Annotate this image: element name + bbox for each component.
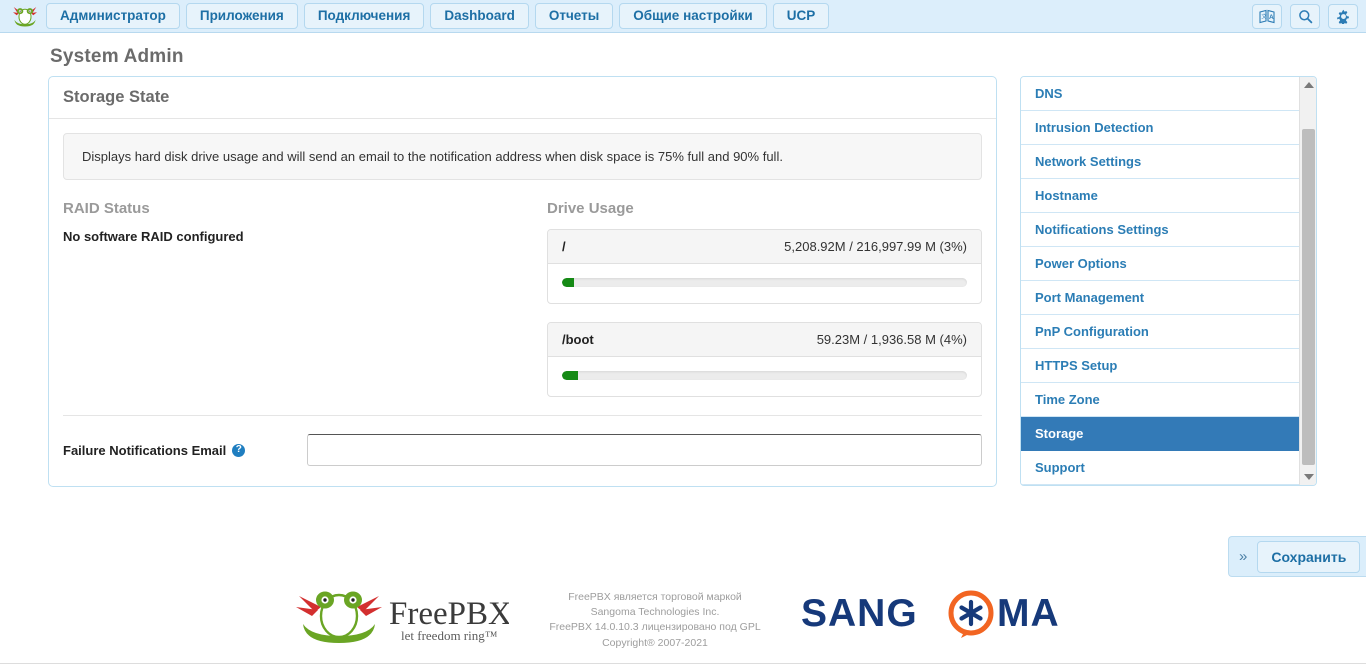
sidebar-item-storage[interactable]: Storage xyxy=(1021,417,1299,451)
email-field-label: Failure Notifications Email ? xyxy=(63,443,307,458)
freepbx-logo: FreePBX let freedom ring™ xyxy=(293,586,512,651)
raid-section-title: RAID Status xyxy=(63,200,150,217)
drive-usage-column: Drive Usage / 5,208.92M / 216,997.99 M (… xyxy=(547,200,982,415)
sidebar-item-intrusion-detection[interactable]: Intrusion Detection xyxy=(1021,111,1299,145)
freepbx-wordmark: FreePBX xyxy=(389,596,509,632)
email-label-text: Failure Notifications Email xyxy=(63,442,227,458)
sangoma-logo: SANG MA xyxy=(801,590,1073,643)
drive-mount-label: /boot xyxy=(562,332,594,347)
sidebar-item-https-setup[interactable]: HTTPS Setup xyxy=(1021,349,1299,383)
sangoma-wordmark-left: SANG xyxy=(801,592,918,635)
sangoma-wordmark-right: MA xyxy=(997,592,1060,635)
page-footer: FreePBX let freedom ring™ FreePBX являет… xyxy=(0,576,1366,666)
nav-tab-reports[interactable]: Отчеты xyxy=(534,2,614,30)
sidebar-item-network-settings[interactable]: Network Settings xyxy=(1021,145,1299,179)
language-icon[interactable]: A 文 xyxy=(1252,4,1282,29)
sidebar-item-power-options[interactable]: Power Options xyxy=(1021,247,1299,281)
nav-tab-administrator[interactable]: Администратор xyxy=(46,2,180,30)
freepbx-frog-logo[interactable] xyxy=(10,3,40,29)
svg-text:文: 文 xyxy=(1261,13,1267,21)
panel-title: Storage State xyxy=(63,88,170,106)
nav-tab-applications[interactable]: Приложения xyxy=(185,2,298,30)
storage-state-panel: Storage State Displays hard disk drive u… xyxy=(48,76,997,487)
drive-usage-text: 5,208.92M / 216,997.99 M (3%) xyxy=(784,239,967,254)
page-title: System Admin xyxy=(50,46,184,67)
search-icon[interactable] xyxy=(1290,4,1320,29)
copyright-block: FreePBX является торговой маркой Sangoma… xyxy=(537,590,773,651)
expand-chevron-icon[interactable]: » xyxy=(1239,549,1247,564)
top-navigation-bar: Администратор Приложения Подключения Das… xyxy=(0,0,1366,33)
save-button[interactable]: Сохранить xyxy=(1257,540,1361,573)
save-action-bar: » Сохранить xyxy=(1228,536,1366,577)
nav-tab-dashboard[interactable]: Dashboard xyxy=(430,2,529,30)
scroll-down-arrow-icon[interactable] xyxy=(1300,469,1316,485)
drive-block-boot: /boot 59.23M / 1,936.58 M (4%) xyxy=(547,322,982,397)
copyright-line-3: FreePBX 14.0.10.3 лицензировано под GPL xyxy=(549,621,761,634)
drive-progress-bar xyxy=(562,278,967,287)
copyright-line-2: Sangoma Technologies Inc. xyxy=(590,606,720,619)
email-field[interactable] xyxy=(307,434,982,466)
panel-body: Displays hard disk drive usage and will … xyxy=(49,119,996,486)
freepbx-tagline-text: let freedom ring™ xyxy=(401,628,497,643)
nav-right-icons: A 文 xyxy=(1252,0,1358,33)
sangoma-asterisk-bubble xyxy=(948,590,994,638)
copyright-line-1: FreePBX является торговой маркой xyxy=(568,591,742,603)
scrollbar-thumb[interactable] xyxy=(1302,129,1315,465)
drive-header: / 5,208.92M / 216,997.99 M (3%) xyxy=(548,230,981,264)
sidebar-item-list: DNS Intrusion Detection Network Settings… xyxy=(1021,77,1299,485)
svg-text:A: A xyxy=(1269,14,1274,21)
nav-tab-list: Администратор Приложения Подключения Das… xyxy=(46,2,830,30)
drive-progress-fill xyxy=(562,278,575,287)
help-icon[interactable]: ? xyxy=(232,443,246,457)
drive-progress-wrap xyxy=(548,357,981,396)
status-columns: RAID Status No software RAID configured … xyxy=(63,200,982,416)
sidebar-item-hostname[interactable]: Hostname xyxy=(1021,179,1299,213)
drive-mount-label: / xyxy=(562,239,566,254)
sidebar-item-port-management[interactable]: Port Management xyxy=(1021,281,1299,315)
drive-progress-fill xyxy=(562,371,579,380)
raid-status-text: No software RAID configured xyxy=(63,229,244,244)
scroll-up-arrow-icon[interactable] xyxy=(1300,77,1316,93)
panel-description: Displays hard disk drive usage and will … xyxy=(63,133,982,180)
drive-usage-section-title: Drive Usage xyxy=(547,200,634,217)
gear-icon[interactable] xyxy=(1328,4,1358,29)
drive-progress-bar xyxy=(562,371,967,380)
sidebar-item-pnp-configuration[interactable]: PnP Configuration xyxy=(1021,315,1299,349)
nav-tab-settings[interactable]: Общие настройки xyxy=(619,2,767,30)
raid-status-column: RAID Status No software RAID configured xyxy=(63,200,547,415)
copyright-line-4: Copyright® 2007-2021 xyxy=(602,636,708,649)
sidebar-scrollbar[interactable] xyxy=(1299,77,1316,485)
sidebar-item-notifications-settings[interactable]: Notifications Settings xyxy=(1021,213,1299,247)
nav-tab-connectivity[interactable]: Подключения xyxy=(303,2,425,30)
failure-notifications-email-row: Failure Notifications Email ? xyxy=(63,416,982,470)
sidebar-item-time-zone[interactable]: Time Zone xyxy=(1021,383,1299,417)
drive-progress-wrap xyxy=(548,264,981,303)
panel-header: Storage State xyxy=(49,77,996,119)
nav-tab-ucp[interactable]: UCP xyxy=(772,2,830,30)
sidebar-item-dns[interactable]: DNS xyxy=(1021,77,1299,111)
drive-block-root: / 5,208.92M / 216,997.99 M (3%) xyxy=(547,229,982,304)
drive-header: /boot 59.23M / 1,936.58 M (4%) xyxy=(548,323,981,357)
drive-usage-text: 59.23M / 1,936.58 M (4%) xyxy=(816,332,967,347)
settings-sidebar: DNS Intrusion Detection Network Settings… xyxy=(1020,76,1317,486)
sidebar-item-support[interactable]: Support xyxy=(1021,451,1299,485)
